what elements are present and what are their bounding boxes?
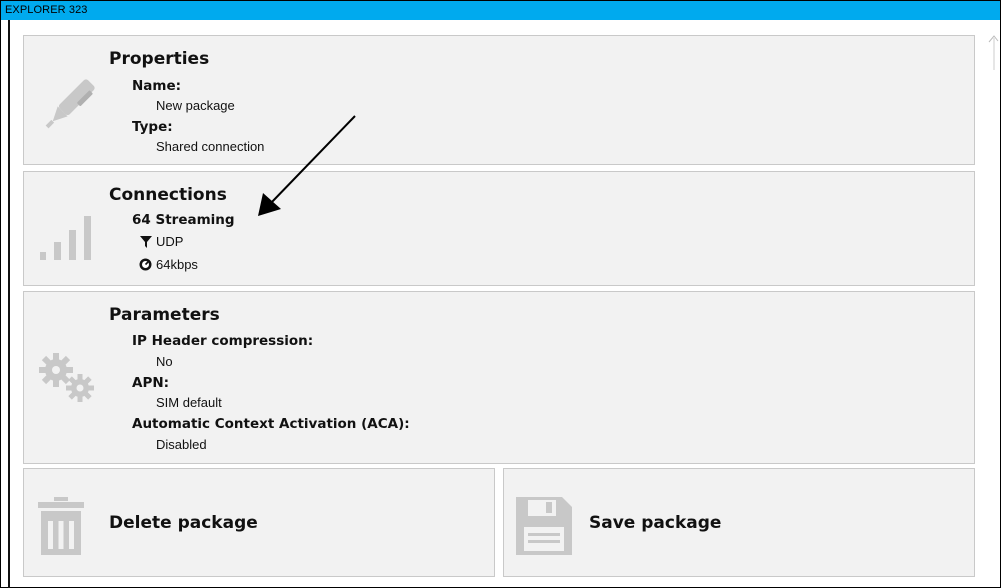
properties-panel[interactable]: Properties Name: New package Type: Share… xyxy=(23,35,975,165)
connections-title: Connections xyxy=(109,185,227,205)
left-border xyxy=(8,20,10,588)
delete-package-label: Delete package xyxy=(109,513,258,533)
save-package-button[interactable]: Save package xyxy=(503,468,975,577)
connection-name: 64 Streaming xyxy=(132,212,235,228)
speed-value: 64kbps xyxy=(156,257,198,272)
protocol-value: UDP xyxy=(156,234,184,249)
delete-package-button[interactable]: Delete package xyxy=(23,468,495,577)
window-title: EXPLORER 323 xyxy=(5,4,88,16)
type-value: Shared connection xyxy=(156,139,265,154)
signal-bars-icon xyxy=(40,216,91,260)
type-label: Type: xyxy=(132,119,173,135)
parameters-title: Parameters xyxy=(109,305,220,325)
floppy-disk-icon xyxy=(516,497,572,555)
ip-header-label: IP Header compression: xyxy=(132,333,314,349)
apn-value: SIM default xyxy=(156,395,222,410)
parameters-panel[interactable]: Parameters IP Header compression: No APN… xyxy=(23,291,975,464)
gears-icon xyxy=(39,353,94,402)
filter-icon xyxy=(140,236,152,248)
properties-title: Properties xyxy=(109,49,210,69)
connections-panel[interactable]: Connections 64 Streaming UDP 64kbps xyxy=(23,171,975,286)
name-label: Name: xyxy=(132,78,182,94)
aca-value: Disabled xyxy=(156,437,207,452)
apn-label: APN: xyxy=(132,375,170,391)
aca-label: Automatic Context Activation (ACA): xyxy=(132,416,410,432)
name-value: New package xyxy=(156,98,235,113)
scroll-up-indicator[interactable] xyxy=(988,30,999,70)
ip-header-value: No xyxy=(156,354,173,369)
pen-icon xyxy=(45,79,95,129)
speedometer-icon xyxy=(139,258,152,271)
save-package-label: Save package xyxy=(589,513,722,533)
title-bar: EXPLORER 323 xyxy=(1,1,1000,20)
trash-icon xyxy=(38,497,84,555)
